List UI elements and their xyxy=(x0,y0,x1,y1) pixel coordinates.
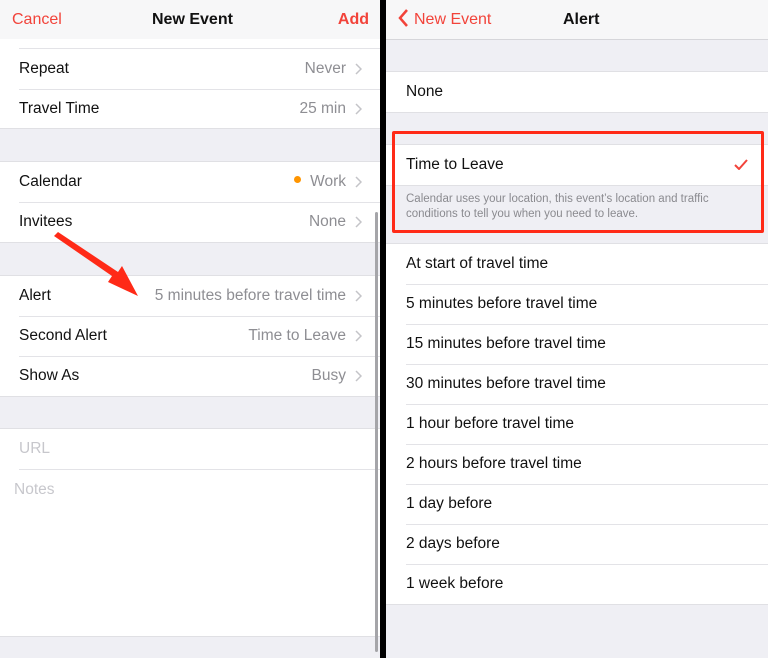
show-as-row[interactable]: Show As Busy xyxy=(0,356,380,396)
page-title: New Event xyxy=(152,11,233,28)
alert-options-group: At start of travel time 5 minutes before … xyxy=(386,243,768,605)
option-label: 2 hours before travel time xyxy=(406,455,582,472)
navigation-bar: Cancel New Event Add xyxy=(0,0,380,40)
option-label: 1 week before xyxy=(406,575,504,592)
row-label: Repeat xyxy=(19,60,69,77)
repeat-row[interactable]: Repeat Never xyxy=(0,49,380,89)
row-label: Calendar xyxy=(19,173,82,190)
row-value: 25 min xyxy=(299,100,346,117)
new-event-screen: Cancel New Event Add Repeat Never Travel… xyxy=(0,0,380,658)
checkmark-icon xyxy=(734,159,748,170)
option-label: Time to Leave xyxy=(406,156,504,173)
option-label: 1 hour before travel time xyxy=(406,415,575,432)
option-label: 1 day before xyxy=(406,495,493,512)
option-label: 15 minutes before travel time xyxy=(406,335,606,352)
row-value: None xyxy=(308,213,346,230)
option-none[interactable]: None xyxy=(386,72,768,112)
chevron-right-icon xyxy=(355,103,362,115)
option-label: 5 minutes before travel time xyxy=(406,295,598,312)
calendar-group: Calendar Work Invitees None xyxy=(0,161,380,243)
repeat-group: Repeat Never Travel Time 25 min xyxy=(0,39,380,129)
row-label: Show As xyxy=(19,367,80,384)
row-value: Time to Leave xyxy=(248,327,346,344)
notes-field[interactable]: Notes xyxy=(0,469,380,636)
option-label: At start of travel time xyxy=(406,255,549,272)
alert-option[interactable]: 5 minutes before travel time xyxy=(386,284,768,324)
page-title: Alert xyxy=(563,11,600,28)
alert-group: Alert 5 minutes before travel time Secon… xyxy=(0,275,380,397)
option-label: 30 minutes before travel time xyxy=(406,375,606,392)
option-label: None xyxy=(406,83,444,100)
option-time-to-leave[interactable]: Time to Leave xyxy=(386,145,768,185)
chevron-right-icon xyxy=(355,176,362,188)
url-placeholder: URL xyxy=(19,440,51,457)
row-value: Busy xyxy=(311,367,346,384)
url-notes-group: URL Notes xyxy=(0,428,380,637)
chevron-left-icon xyxy=(398,9,408,27)
alert-option[interactable]: 15 minutes before travel time xyxy=(386,324,768,364)
alert-option[interactable]: 30 minutes before travel time xyxy=(386,364,768,404)
second-alert-row[interactable]: Second Alert Time to Leave xyxy=(0,316,380,356)
alert-option[interactable]: 1 day before xyxy=(386,484,768,524)
option-label: 2 days before xyxy=(406,535,500,552)
url-field[interactable]: URL xyxy=(0,429,380,469)
alert-option[interactable]: 2 days before xyxy=(386,524,768,564)
calendar-color-dot xyxy=(294,176,302,184)
chevron-right-icon xyxy=(355,216,362,228)
row-value: Never xyxy=(304,60,346,77)
chevron-right-icon xyxy=(355,290,362,302)
row-label: Second Alert xyxy=(19,327,107,344)
alert-option[interactable]: 2 hours before travel time xyxy=(386,444,768,484)
calendar-name: Work xyxy=(310,173,346,190)
time-to-leave-description: Calendar uses your location, this event’… xyxy=(406,193,709,220)
row-label: Travel Time xyxy=(19,100,100,117)
back-label: New Event xyxy=(414,11,492,28)
chevron-right-icon xyxy=(355,330,362,342)
travel-time-row[interactable]: Travel Time 25 min xyxy=(0,89,380,129)
row-value: Work xyxy=(294,162,346,202)
time-to-leave-group: Time to Leave xyxy=(386,144,768,186)
alert-option[interactable]: 1 week before xyxy=(386,564,768,604)
notes-placeholder: Notes xyxy=(14,481,55,498)
alert-row[interactable]: Alert 5 minutes before travel time xyxy=(0,276,380,316)
chevron-right-icon xyxy=(355,63,362,75)
chevron-right-icon xyxy=(355,370,362,382)
cancel-button[interactable]: Cancel xyxy=(12,0,62,39)
back-button[interactable]: New Event xyxy=(398,0,491,39)
alert-option[interactable]: 1 hour before travel time xyxy=(386,404,768,444)
row-value: 5 minutes before travel time xyxy=(154,287,346,304)
row-label: Alert xyxy=(19,287,51,304)
none-group: None xyxy=(386,71,768,113)
invitees-row[interactable]: Invitees None xyxy=(0,202,380,242)
navigation-bar: New Event Alert xyxy=(386,0,768,40)
alert-screen: New Event Alert None Time to Leave Calen… xyxy=(386,0,768,658)
alert-option[interactable]: At start of travel time xyxy=(386,244,768,284)
row-label: Invitees xyxy=(19,213,73,230)
calendar-row[interactable]: Calendar Work xyxy=(0,162,380,202)
add-button[interactable]: Add xyxy=(338,0,369,39)
scrollbar[interactable] xyxy=(375,212,378,652)
